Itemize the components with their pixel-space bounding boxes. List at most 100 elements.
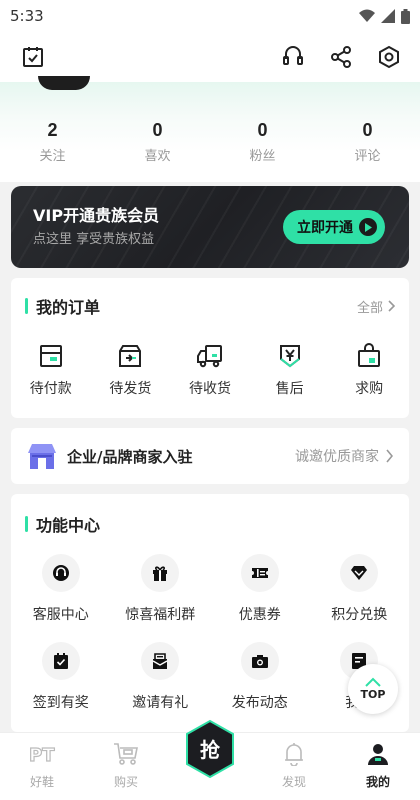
pt-icon: PT [27, 741, 57, 767]
func-label: 惊喜福利群 [125, 607, 196, 623]
stat-label: 粉丝 [249, 149, 276, 164]
yen-shield-icon [276, 342, 304, 370]
func-label: 优惠券 [238, 607, 281, 623]
function-center-title: 功能中心 [36, 516, 101, 535]
signal-icon [381, 9, 395, 23]
section-accent-bar [25, 516, 28, 532]
order-item-label: 售后 [275, 381, 304, 397]
vip-open-button[interactable]: 立即开通 [283, 210, 385, 244]
stat-following[interactable]: 2 关注 [0, 120, 105, 164]
stat-value: 0 [152, 120, 163, 140]
order-pending-receipt[interactable]: 待收货 [170, 342, 250, 398]
func-points-exchange[interactable]: 积分兑换 [310, 554, 410, 642]
nav-label: 发现 [281, 775, 306, 789]
nav-tab-shoes[interactable]: PT 好鞋 [0, 733, 84, 800]
play-arrow-icon [359, 218, 377, 236]
nav-label: 我的 [365, 775, 390, 789]
status-bar: 5:33 [0, 0, 420, 32]
function-grid: 客服中心 惊喜福利群 优惠券 积分兑换 签到有奖 邀请有礼 发布动态 [11, 554, 409, 730]
stat-value: 0 [362, 120, 373, 140]
nav-tab-discover[interactable]: 发现 [252, 733, 336, 800]
storefront-icon [28, 444, 56, 469]
order-item-label: 待收货 [188, 381, 231, 397]
stat-label: 评论 [354, 149, 381, 164]
gift-icon [141, 554, 180, 592]
stat-followers[interactable]: 0 粉丝 [210, 120, 315, 164]
merchant-entry-row[interactable]: 企业/品牌商家入驻 诚邀优质商家 [11, 428, 409, 484]
calendar-check-icon [41, 642, 80, 680]
vip-banner[interactable]: VIP开通贵族会员 点这里 享受贵族权益 立即开通 [11, 186, 409, 268]
cart-icon [111, 741, 141, 767]
checkin-calendar-icon[interactable] [20, 44, 46, 70]
func-label: 签到有奖 [32, 695, 89, 711]
func-checkin-reward[interactable]: 签到有奖 [11, 642, 111, 730]
order-pending-payment[interactable]: 待付款 [11, 342, 91, 398]
chevron-right-icon [386, 449, 393, 463]
stat-comments[interactable]: 0 评论 [315, 120, 420, 164]
wifi-icon [359, 9, 375, 22]
invite-icon [141, 642, 180, 680]
back-to-top-label: TOP [360, 688, 386, 701]
profile-section: 2 关注 0 喜欢 0 粉丝 0 评论 [0, 76, 420, 182]
stat-value: 0 [257, 120, 268, 140]
diamond-icon [340, 554, 379, 592]
svg-text:PT: PT [29, 745, 55, 765]
stats-row: 2 关注 0 喜欢 0 粉丝 0 评论 [0, 120, 420, 164]
chevron-up-icon [365, 677, 381, 687]
order-after-sales[interactable]: 售后 [250, 342, 330, 398]
func-label: 邀请有礼 [132, 695, 189, 711]
battery-icon [401, 8, 410, 24]
nav-tab-me[interactable]: 我的 [336, 733, 420, 800]
bag-icon [355, 342, 383, 370]
orders-title: 我的订单 [36, 298, 101, 317]
order-item-label: 待付款 [29, 381, 72, 397]
func-welfare-group[interactable]: 惊喜福利群 [111, 554, 211, 642]
section-accent-bar [25, 298, 28, 314]
nav-label: 购买 [113, 775, 138, 789]
grab-icon: 抢 [186, 719, 234, 779]
wallet-icon [37, 342, 65, 370]
order-item-label: 求购 [355, 381, 384, 397]
nav-tab-buy[interactable]: 购买 [84, 733, 168, 800]
func-post-update[interactable]: 发布动态 [210, 642, 310, 730]
truck-icon [196, 342, 224, 370]
merchant-title: 企业/品牌商家入驻 [67, 447, 193, 466]
chevron-right-icon [388, 300, 395, 312]
top-bar [0, 32, 420, 82]
func-label: 积分兑换 [331, 607, 388, 623]
orders-view-all[interactable]: 全部 [357, 297, 395, 316]
func-coupons[interactable]: 优惠券 [210, 554, 310, 642]
orders-row: 待付款 待发货 待收货 售后 求购 [11, 342, 409, 398]
avatar[interactable] [38, 76, 90, 90]
order-pending-shipment[interactable]: 待发货 [91, 342, 171, 398]
user-icon [363, 741, 393, 767]
stat-value: 2 [47, 120, 58, 140]
share-icon[interactable] [328, 44, 354, 70]
bottom-nav: PT 好鞋 购买 抢 发现 我的 [0, 719, 420, 800]
nav-label: 好鞋 [29, 775, 54, 789]
merchant-invite-link[interactable]: 诚邀优质商家 [295, 446, 393, 466]
stat-label: 喜欢 [144, 149, 171, 164]
func-customer-service[interactable]: 客服中心 [11, 554, 111, 642]
headset-icon[interactable] [280, 44, 306, 70]
order-item-label: 待发货 [109, 381, 152, 397]
func-label: 客服中心 [32, 607, 89, 623]
merchant-invite-label: 诚邀优质商家 [295, 449, 379, 465]
orders-view-all-label: 全部 [356, 300, 383, 316]
order-wanted[interactable]: 求购 [329, 342, 409, 398]
stat-likes[interactable]: 0 喜欢 [105, 120, 210, 164]
vip-open-label: 立即开通 [297, 220, 353, 236]
vip-subtitle: 点这里 享受贵族权益 [33, 232, 155, 247]
svg-text:抢: 抢 [200, 738, 221, 762]
nav-tab-grab[interactable]: 抢 [168, 719, 252, 800]
status-time: 5:33 [10, 7, 44, 25]
func-invite-gift[interactable]: 邀请有礼 [111, 642, 211, 730]
camera-icon [240, 642, 279, 680]
orders-card: 我的订单 全部 待付款 待发货 待收货 售后 求购 [11, 278, 409, 418]
coupon-icon [240, 554, 279, 592]
settings-icon[interactable] [376, 44, 402, 70]
vip-title: VIP开通贵族会员 [33, 206, 160, 225]
service-icon [41, 554, 80, 592]
func-label: 发布动态 [231, 695, 288, 711]
back-to-top-button[interactable]: TOP [348, 664, 398, 714]
